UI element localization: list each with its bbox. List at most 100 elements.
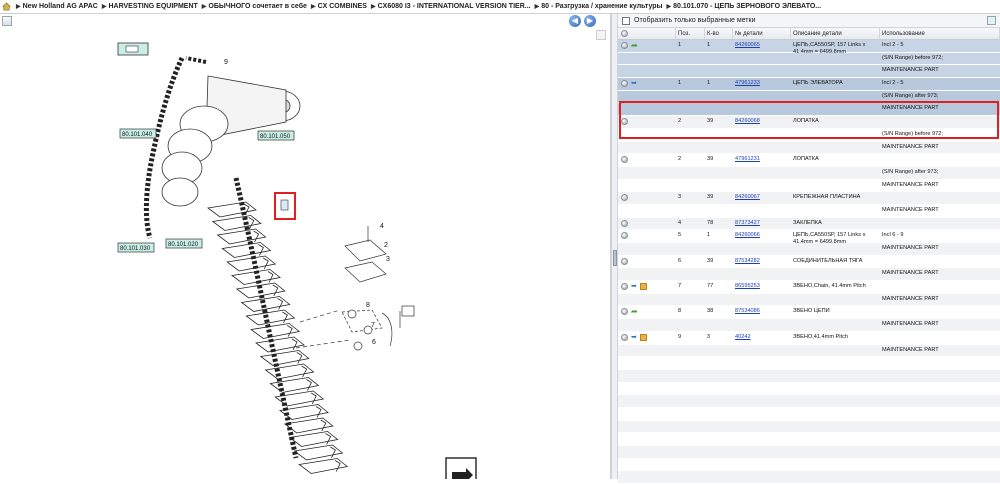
- previous-arrow-icon[interactable]: ◀: [569, 15, 581, 27]
- export-icon[interactable]: [445, 457, 477, 479]
- table-row[interactable]: MAINTENANCE PART: [618, 293, 1000, 307]
- table-row[interactable]: MAINTENANCE PART: [618, 243, 1000, 256]
- substitute-arrow-icon[interactable]: ➥: [631, 283, 637, 290]
- cell-part-number[interactable]: 84260068: [733, 116, 791, 124]
- breadcrumb-item[interactable]: ОБЫЧНОГО сочетает в себе: [208, 3, 307, 10]
- column-header-pos[interactable]: Поз.: [676, 28, 705, 39]
- table-row[interactable]: MAINTENANCE PART: [618, 319, 1000, 332]
- cell-part-number[interactable]: 87373427: [733, 218, 791, 226]
- select-part-icon[interactable]: [621, 257, 628, 265]
- part-number-link[interactable]: 40242: [735, 334, 751, 340]
- table-row[interactable]: [618, 459, 1000, 472]
- reference-link[interactable]: 80.101.030: [117, 242, 155, 253]
- select-part-icon[interactable]: [621, 42, 628, 49]
- breadcrumb-item[interactable]: 80 - Разгрузка / хранение культуры: [541, 3, 662, 10]
- breadcrumb-item[interactable]: 80.101.070 - ЦЕПЬ ЗЕРНОВОГО ЭЛЕВАТО...: [673, 3, 821, 10]
- substitute-arrow-icon[interactable]: ➥: [631, 80, 637, 87]
- table-row[interactable]: [618, 433, 1000, 446]
- table-row[interactable]: (S/N Range) after 973;: [618, 166, 1000, 180]
- callout-number[interactable]: 6: [372, 339, 376, 346]
- callout-number[interactable]: 4: [380, 223, 384, 230]
- table-row[interactable]: ➥ 7 77 86595253 ЗВЕНО,Chain, 41.4mm Pitch: [618, 281, 1000, 294]
- select-part-icon[interactable]: [621, 194, 628, 202]
- table-row[interactable]: [618, 471, 1000, 484]
- cell-part-number[interactable]: 87534086: [733, 306, 791, 314]
- cell-part-number[interactable]: 84260066: [733, 230, 791, 238]
- select-part-icon[interactable]: [621, 308, 628, 316]
- table-row[interactable]: [618, 408, 1000, 421]
- cell-part-number[interactable]: 86595253: [733, 281, 791, 289]
- table-row[interactable]: [618, 446, 1000, 459]
- table-row[interactable]: (S/N Range) after 973;: [618, 90, 1000, 104]
- kit-box-icon[interactable]: [639, 333, 647, 341]
- callout-number[interactable]: 8: [366, 302, 370, 309]
- settings-icon[interactable]: [987, 16, 996, 25]
- table-row[interactable]: 4 78 87373427 ЗАКЛЕПКА: [618, 217, 1000, 231]
- substitute-arrow-icon[interactable]: ➥: [631, 334, 637, 341]
- table-row[interactable]: [618, 369, 1000, 383]
- cell-part-number[interactable]: 40242: [733, 332, 791, 340]
- part-number-link[interactable]: 87373427: [735, 220, 760, 226]
- callout-number[interactable]: 7: [371, 322, 375, 329]
- table-row[interactable]: MAINTENANCE PART: [618, 268, 1000, 282]
- figure-tag-icon[interactable]: [117, 42, 149, 56]
- pane-splitter[interactable]: [611, 14, 618, 479]
- part-number-link[interactable]: 84260065: [735, 42, 760, 48]
- select-part-icon[interactable]: [621, 80, 628, 88]
- table-row[interactable]: [618, 383, 1000, 396]
- table-row[interactable]: (S/N Range) before 972;: [618, 52, 1000, 66]
- breadcrumb-item[interactable]: New Holland AG APAC: [23, 3, 98, 10]
- breadcrumb-item[interactable]: CX6080 I3 - INTERNATIONAL VERSION TIER..…: [378, 3, 531, 10]
- cell-part-number[interactable]: 84260067: [733, 192, 791, 200]
- part-number-link[interactable]: 84260066: [735, 232, 760, 238]
- table-row[interactable]: [618, 420, 1000, 434]
- table-row[interactable]: MAINTENANCE PART: [618, 180, 1000, 193]
- next-arrow-icon[interactable]: ▶: [584, 15, 596, 27]
- select-part-icon[interactable]: [621, 283, 628, 291]
- show-selected-checkbox[interactable]: [622, 16, 630, 25]
- table-row[interactable]: [618, 357, 1000, 370]
- part-number-link[interactable]: 87534086: [735, 308, 760, 314]
- part-number-link[interactable]: 87534282: [735, 258, 760, 264]
- reference-link[interactable]: 80.101.040: [119, 128, 157, 139]
- select-part-icon[interactable]: [621, 156, 628, 164]
- replacement-arrow-icon[interactable]: ➦: [631, 42, 638, 50]
- column-header-use[interactable]: Использование: [880, 28, 1000, 39]
- table-row[interactable]: MAINTENANCE PART: [618, 65, 1000, 79]
- cell-part-number[interactable]: 84260065: [733, 40, 791, 48]
- part-number-link[interactable]: 86595253: [735, 283, 760, 289]
- cell-part-number[interactable]: 47961231: [733, 154, 791, 162]
- table-row[interactable]: 5 1 84260066 ЦЕПЬ,CA550SP, 157 Links x 41.4…: [618, 230, 1000, 245]
- table-row[interactable]: MAINTENANCE PART: [618, 205, 1000, 218]
- column-header-desc[interactable]: Описание детали: [791, 28, 880, 39]
- select-part-icon[interactable]: [621, 219, 628, 227]
- home-icon[interactable]: [2, 2, 11, 11]
- reference-link[interactable]: 80.101.050: [257, 130, 295, 141]
- reference-link[interactable]: 80.101.020: [165, 238, 203, 249]
- breadcrumb-item[interactable]: CX COMBINES: [318, 3, 367, 10]
- cell-part-number[interactable]: 87534282: [733, 256, 791, 264]
- select-part-icon[interactable]: [621, 118, 628, 126]
- table-row[interactable]: ➦ 8 38 87534086 ЗВЕНО ЦЕПИ: [618, 306, 1000, 320]
- table-row[interactable]: ➥ 9 3 40242 ЗВЕНО,41.4mm Pitch: [618, 332, 1000, 345]
- table-row[interactable]: [618, 395, 1000, 408]
- callout-number[interactable]: 2: [384, 242, 388, 249]
- part-number-link[interactable]: 84260067: [735, 194, 760, 200]
- zoom-icon[interactable]: [2, 16, 12, 26]
- part-number-link[interactable]: 47961231: [735, 156, 760, 162]
- breadcrumb-item[interactable]: HARVESTING EQUIPMENT: [108, 3, 197, 10]
- table-row[interactable]: ➥ 1 1 47961233 ЦЕПЬ ЭЛЕВАТОРА Incl 2 - 5: [618, 78, 1000, 91]
- part-number-link[interactable]: 47961233: [735, 80, 760, 86]
- splitter-handle[interactable]: [613, 250, 617, 266]
- table-row[interactable]: ➦ 1 1 84260065 ЦЕПЬ,CA550SP, 157 Links x 41.…: [618, 40, 1000, 55]
- part-number-link[interactable]: 84260068: [735, 118, 760, 124]
- table-row[interactable]: MAINTENANCE PART: [618, 141, 1000, 155]
- column-header-part[interactable]: № детали: [733, 28, 791, 39]
- select-part-icon[interactable]: [621, 333, 628, 341]
- cell-part-number[interactable]: 47961233: [733, 78, 791, 86]
- callout-number[interactable]: 9: [224, 59, 228, 66]
- select-part-icon[interactable]: [621, 232, 628, 240]
- table-row[interactable]: 6 39 87534282 СОЕДИНИТЕЛЬНАЯ ТЯГА: [618, 256, 1000, 269]
- table-row[interactable]: MAINTENANCE PART: [618, 344, 1000, 358]
- table-row[interactable]: 2 39 84260068 ЛОПАТКА: [618, 116, 1000, 129]
